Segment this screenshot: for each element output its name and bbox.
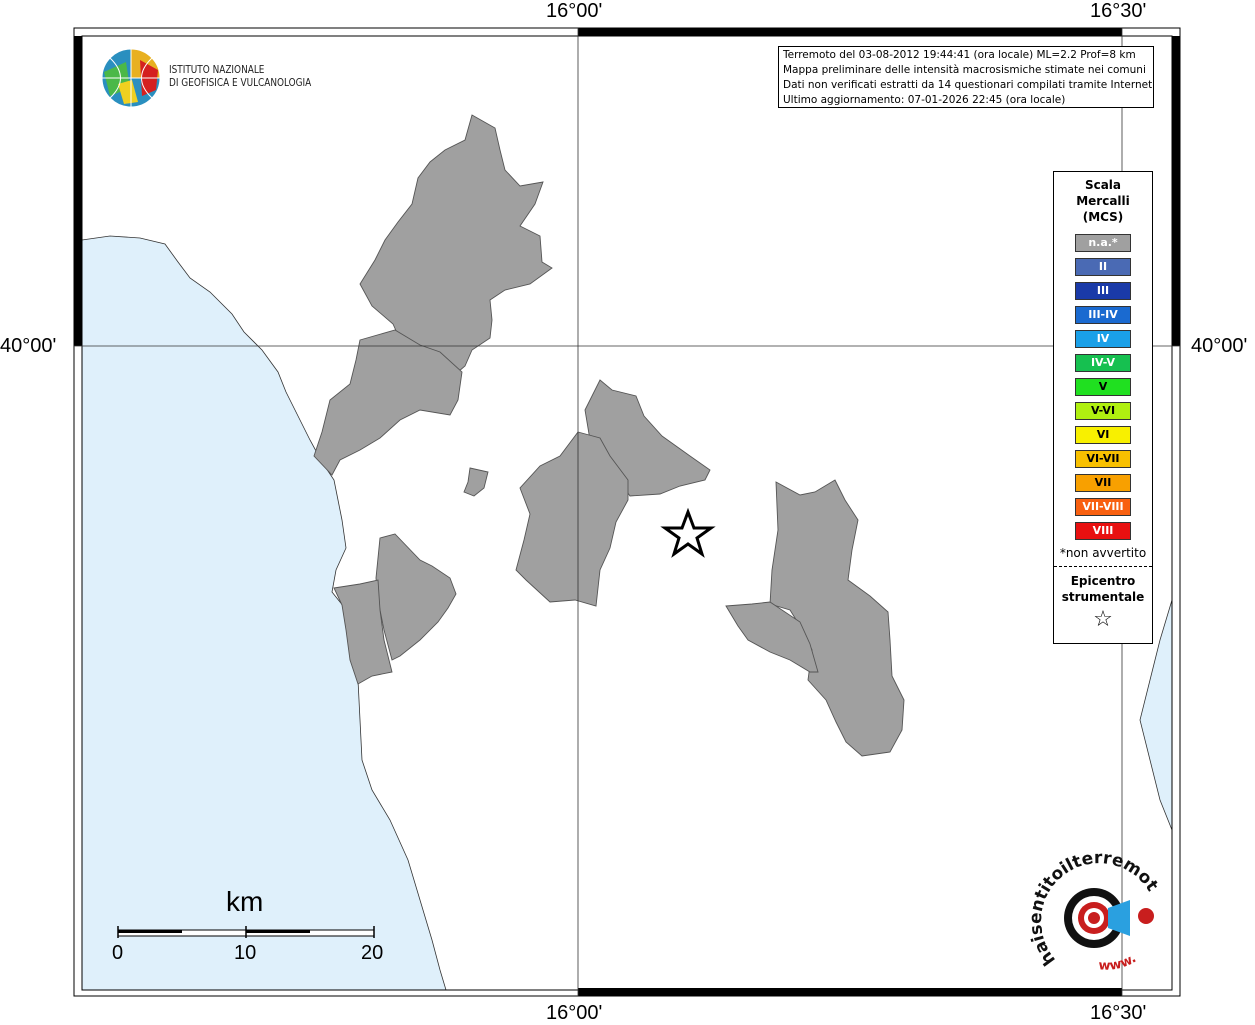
event-info-line2: Mappa preliminare delle intensità macros…	[783, 64, 1146, 76]
legend-item-5: IV-V	[1075, 354, 1131, 372]
svg-text:www.: www.	[1098, 951, 1139, 974]
haisentito-text: haisentitoilterremoto.it www.	[1030, 850, 1162, 974]
event-info-line1: Terremoto del 03-08-2012 19:44:41 (ora l…	[783, 49, 1136, 61]
epicentre-star	[660, 507, 716, 558]
lon-label-top-16-00: 16°00'	[546, 0, 603, 22]
event-info-line3: Dati non verificati estratti da 14 quest…	[783, 79, 1154, 91]
legend-item-7: V-VI	[1075, 402, 1131, 420]
scale-bar-tick-20: 20	[361, 942, 384, 964]
municipality-center-west	[515, 431, 629, 607]
legend-item-8: VI	[1075, 426, 1131, 444]
mcs-legend: Scala Mercalli (MCS) n.a.* II III III-IV IV I…	[1053, 171, 1153, 644]
ingv-logo-line1: ISTITUTO NAZIONALE	[169, 63, 265, 76]
watermark-main-text: haisentitoilterremoto.it	[1030, 850, 1162, 969]
scale-bar-unit: km	[226, 886, 264, 917]
svg-text:haisentitoilterremoto.it: haisentitoilterremoto.it	[1030, 850, 1162, 969]
scale-bar-tick-0: 0	[112, 942, 124, 964]
legend-item-3: III-IV	[1075, 306, 1131, 324]
lon-label-bottom-16-00: 16°00'	[546, 1002, 603, 1024]
legend-items: n.a.* II III III-IV IV IV-V V V-VI VI VI-VII VII VI…	[1054, 234, 1152, 540]
legend-item-4: IV	[1075, 330, 1131, 348]
legend-item-9: VI-VII	[1075, 450, 1131, 468]
legend-item-0: n.a.*	[1075, 234, 1131, 252]
watermark-prefix-text: www.	[1098, 951, 1139, 974]
ingv-logo	[101, 48, 161, 108]
event-info-line4: Ultimo aggiornamento: 07-01-2026 22:45 (…	[783, 94, 1066, 106]
legend-epicentre-line2: strumentale	[1061, 590, 1145, 604]
legend-epicentre: Epicentro strumentale	[1054, 573, 1152, 605]
legend-note: *non avvertito	[1059, 546, 1147, 560]
legend-item-11: VII-VIII	[1075, 498, 1131, 516]
municipality-north-south	[313, 329, 463, 476]
ingv-logo-line2: DI GEOFISICA E VULCANOLOGIA	[169, 76, 312, 89]
legend-item-1: II	[1075, 258, 1131, 276]
legend-separator	[1054, 566, 1152, 567]
municipality-southwest-a	[375, 533, 457, 661]
star-icon: ☆	[1093, 607, 1113, 632]
lon-label-bottom-16-30: 16°30'	[1090, 1002, 1147, 1024]
municipalities	[313, 114, 905, 757]
lat-label-left-40-00: 40°00'	[0, 335, 57, 357]
lon-label-top-16-30: 16°30'	[1090, 0, 1147, 22]
legend-title: Scala Mercalli (MCS)	[1054, 177, 1152, 225]
scale-bar-tick-10: 10	[234, 942, 257, 964]
legend-title-line2: Mercalli	[1076, 194, 1130, 208]
legend-title-line1: Scala	[1084, 178, 1122, 192]
legend-item-2: III	[1075, 282, 1131, 300]
event-info-box: Terremoto del 03-08-2012 19:44:41 (ora l…	[778, 46, 1154, 108]
lat-label-right-40-00: 40°00'	[1191, 335, 1248, 357]
legend-title-line3: (MCS)	[1082, 210, 1124, 224]
ingv-logo-text: ISTITUTO NAZIONALE DI GEOFISICA E VULCAN…	[169, 63, 311, 89]
legend-item-6: V	[1075, 378, 1131, 396]
municipality-islet	[463, 467, 489, 497]
legend-epicentre-line1: Epicentro	[1070, 574, 1136, 588]
legend-item-12: VIII	[1075, 522, 1131, 540]
legend-item-10: VII	[1075, 474, 1131, 492]
